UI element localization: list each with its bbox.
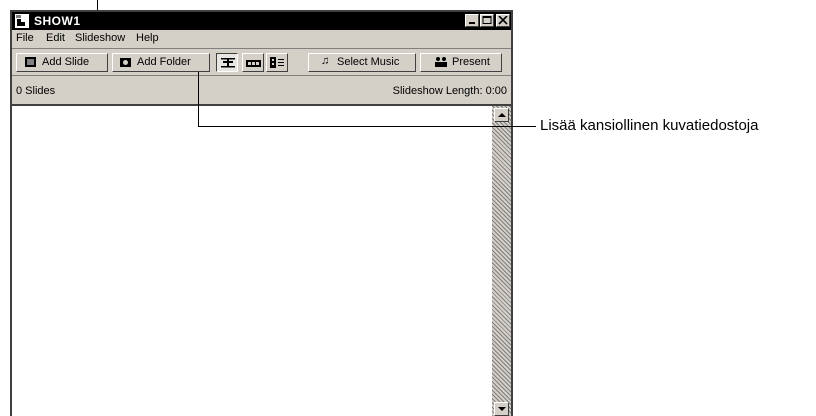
- folder-camera-icon: [120, 58, 131, 67]
- scroll-down-icon: [498, 407, 506, 411]
- menu-file[interactable]: File: [16, 32, 34, 44]
- present-button[interactable]: Present: [420, 53, 502, 72]
- add-folder-label: Add Folder: [137, 56, 191, 68]
- annotation-line-add-folder-vertical: [198, 72, 199, 127]
- list-view-button[interactable]: [266, 53, 288, 72]
- window-title: SHOW1: [34, 14, 81, 28]
- maximize-icon: [482, 16, 492, 24]
- annotation-line-add-folder-horizontal: [198, 126, 536, 127]
- slide-count: 0 Slides: [16, 85, 56, 97]
- vertical-scrollbar[interactable]: [492, 104, 511, 416]
- close-icon: [498, 16, 508, 25]
- view-mode-group: [216, 53, 292, 72]
- minimize-button[interactable]: [465, 14, 479, 27]
- select-music-label: Select Music: [337, 56, 400, 68]
- add-slide-label: Add Slide: [42, 56, 90, 68]
- filmstrip-view-button[interactable]: [242, 53, 264, 72]
- slideshow-window: SHOW1 File Edit Slideshow Help Add Slide…: [10, 10, 513, 416]
- annotation-callout: Lisää kansiollinen kuvatiedostoja: [540, 117, 759, 134]
- scroll-up-icon: [498, 113, 506, 117]
- present-label: Present: [452, 56, 490, 68]
- minimize-icon: [469, 22, 475, 24]
- menu-slideshow[interactable]: Slideshow: [75, 32, 125, 44]
- toolbar: Add Slide Add Folder ♫ Select Music Pres…: [12, 48, 511, 76]
- app-icon: [15, 14, 29, 28]
- menu-bar: File Edit Slideshow Help: [12, 30, 511, 47]
- add-folder-button[interactable]: Add Folder: [112, 53, 210, 72]
- title-bar: SHOW1: [12, 12, 511, 30]
- add-slide-button[interactable]: Add Slide: [16, 53, 108, 72]
- slide-area[interactable]: [12, 104, 492, 416]
- slideshow-length: Slideshow Length: 0:00: [392, 85, 507, 97]
- scroll-up-button[interactable]: [494, 108, 509, 122]
- timeline-view-button[interactable]: [216, 53, 238, 72]
- status-bar: 0 Slides Slideshow Length: 0:00: [12, 78, 511, 104]
- timeline-view-icon: [221, 58, 235, 68]
- scroll-down-button[interactable]: [494, 402, 509, 416]
- music-notes-icon: ♫: [321, 55, 330, 67]
- menu-help[interactable]: Help: [136, 32, 159, 44]
- present-audience-icon: [435, 57, 447, 67]
- slide-icon: [25, 57, 36, 67]
- menu-edit[interactable]: Edit: [46, 32, 65, 44]
- select-music-button[interactable]: ♫ Select Music: [308, 53, 416, 72]
- maximize-button[interactable]: [480, 14, 494, 27]
- list-view-icon: [270, 57, 284, 68]
- filmstrip-view-icon: [246, 60, 261, 67]
- close-button[interactable]: [496, 14, 510, 27]
